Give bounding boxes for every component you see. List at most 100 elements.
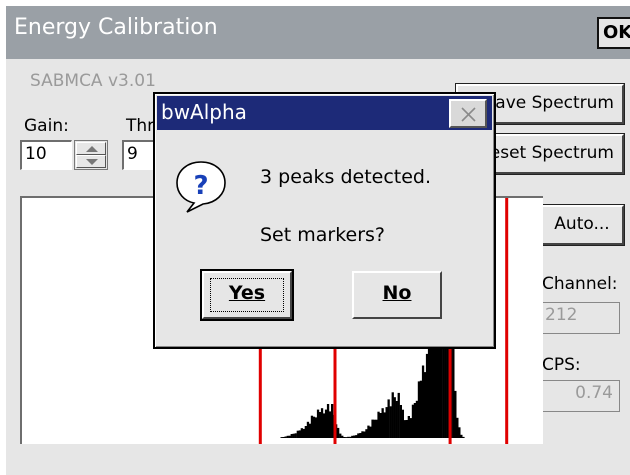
confirm-dialog: bwAlpha ? 3 peaks detected. Set markers?… <box>153 92 496 349</box>
spectrum-bar <box>363 431 366 438</box>
svg-text:?: ? <box>193 171 208 201</box>
dialog-close-button[interactable] <box>449 99 487 128</box>
spectrum-bar <box>347 436 350 438</box>
no-label: No <box>382 282 412 304</box>
dialog-question: Set markers? <box>260 224 386 246</box>
spectrum-bar <box>284 436 287 438</box>
close-icon <box>461 107 476 122</box>
channel-label: Channel: <box>542 274 618 294</box>
spectrum-bar <box>329 411 332 438</box>
spectrum-bar <box>310 415 314 438</box>
spectrum-bar <box>397 392 400 438</box>
arrow-up-icon <box>86 146 98 152</box>
spectrum-bar <box>462 436 465 438</box>
spectrum-bar <box>324 409 328 438</box>
spectrum-bar <box>409 418 413 438</box>
spectrum-bar <box>401 409 404 438</box>
spectrum-bar <box>343 437 346 438</box>
spectrum-bar <box>308 423 312 438</box>
channel-field: 212 <box>541 302 620 334</box>
title-bar: Energy Calibration OK <box>6 6 630 59</box>
spectrum-bar <box>306 421 310 438</box>
no-button[interactable]: No <box>352 271 442 319</box>
dialog-title-bar: bwAlpha <box>157 96 492 130</box>
spectrum-bar <box>351 435 354 438</box>
dialog-message: 3 peaks detected. <box>260 166 432 188</box>
spectrum-bar <box>280 437 283 438</box>
spectrum-bar <box>454 390 457 438</box>
gain-input[interactable]: 10 <box>20 140 72 170</box>
spectrum-bar <box>349 436 352 438</box>
spectrum-bar <box>373 419 376 438</box>
spectrum-bar <box>292 433 295 438</box>
spectrum-bar <box>337 427 340 438</box>
spectrum-bar <box>452 342 455 438</box>
spectrum-bar <box>318 412 322 438</box>
ok-button[interactable]: OK <box>597 17 630 49</box>
spectrum-bar <box>320 408 324 438</box>
spectrum-bar <box>361 431 364 438</box>
spectrum-bar <box>286 435 289 438</box>
spectrum-bar <box>413 403 417 438</box>
spectrum-bar <box>300 428 303 438</box>
spectrum-bar <box>391 392 394 438</box>
spectrum-bar <box>365 429 368 438</box>
spectrum-bar <box>405 420 408 438</box>
spectrum-bar <box>326 404 330 438</box>
spectrum-bar <box>379 413 382 438</box>
cps-field: 0.74 <box>541 380 620 412</box>
spectrum-bar <box>302 428 305 438</box>
spectrum-bar <box>423 372 427 438</box>
window-title: Energy Calibration <box>14 15 218 40</box>
spectrum-bar <box>294 433 297 438</box>
spectrum-bar <box>353 435 356 438</box>
spectrum-bar <box>345 437 348 438</box>
spectrum-bar <box>359 433 362 438</box>
spectrum-bar <box>331 404 334 438</box>
spectrum-bar <box>282 437 285 438</box>
spin-down-button[interactable] <box>76 155 106 168</box>
arrow-down-icon <box>86 159 98 165</box>
marker-line <box>505 198 509 444</box>
spectrum-bar <box>417 381 421 438</box>
question-icon: ? <box>176 161 226 213</box>
spectrum-bar <box>371 419 374 438</box>
spectrum-bar <box>460 434 463 438</box>
dialog-title: bwAlpha <box>161 100 247 124</box>
spectrum-bar <box>419 380 423 438</box>
version-label: SABMCA v3.01 <box>30 71 156 91</box>
spectrum-bar <box>415 400 419 438</box>
spectrum-bar <box>312 416 316 438</box>
spectrum-bar <box>367 425 370 438</box>
spectrum-bar <box>341 435 344 438</box>
spectrum-bar <box>298 430 301 438</box>
spectrum-bar <box>322 413 326 438</box>
gain-label: Gain: <box>24 116 69 136</box>
spectrum-bar <box>421 365 425 438</box>
auto-button[interactable]: Auto... <box>539 204 625 246</box>
spectrum-bar <box>389 406 392 438</box>
spin-up-button[interactable] <box>76 142 106 155</box>
spectrum-bar <box>369 426 372 438</box>
cps-label: CPS: <box>542 355 581 375</box>
gain-spinner[interactable] <box>74 140 108 170</box>
spectrum-bar <box>425 353 429 438</box>
spectrum-bar <box>381 408 384 438</box>
spectrum-bar <box>355 435 358 438</box>
spectrum-bar <box>403 420 406 438</box>
spectrum-bar <box>393 397 396 438</box>
spectrum-bar <box>288 435 291 438</box>
spectrum-bar <box>407 416 410 438</box>
yes-button[interactable]: Yes <box>200 269 294 321</box>
yes-label: Yes <box>228 282 266 304</box>
spectrum-bar <box>296 430 299 438</box>
spectrum-bar <box>304 426 307 438</box>
spectrum-bar <box>385 407 388 438</box>
spectrum-bar <box>456 417 459 438</box>
spectrum-bar <box>395 401 398 438</box>
spectrum-bar <box>383 412 386 438</box>
spectrum-bar <box>377 411 380 438</box>
spectrum-bar <box>387 399 390 438</box>
spectrum-bar <box>316 409 320 438</box>
spectrum-bar <box>399 405 402 438</box>
